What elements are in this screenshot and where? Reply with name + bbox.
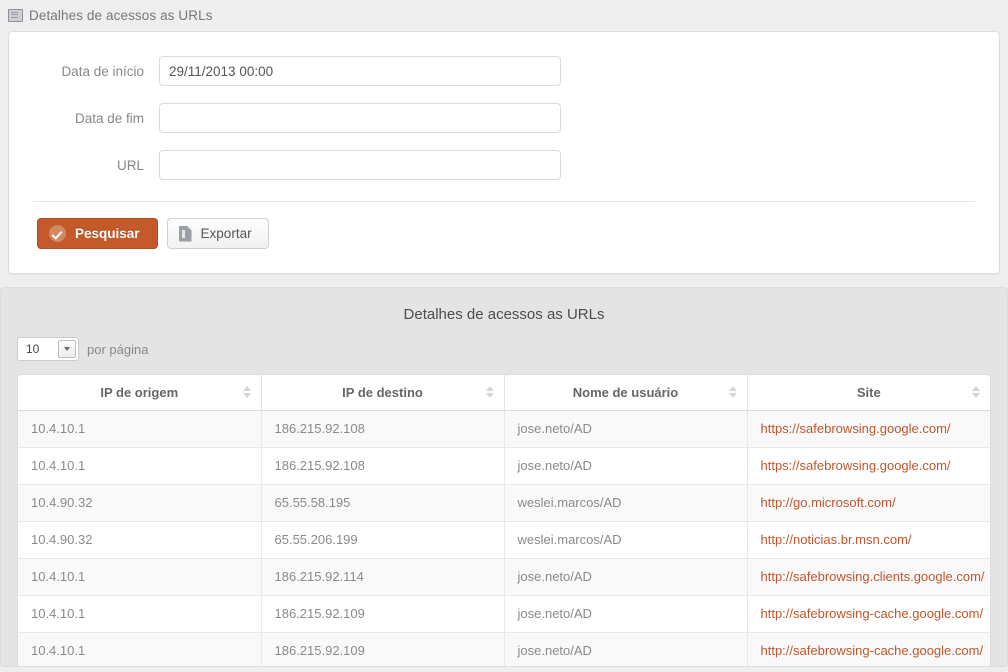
search-form: Data de início Data de fim URL xyxy=(9,32,999,180)
site-link[interactable]: http://safebrowsing-cache.google.com/ xyxy=(761,643,984,658)
cell-username: jose.neto/AD xyxy=(504,632,748,666)
site-link[interactable]: http://noticias.br.msn.com/ xyxy=(761,532,912,547)
site-link[interactable]: http://go.microsoft.com/ xyxy=(761,495,896,510)
cell-site: http://safebrowsing-cache.google.com/ xyxy=(747,632,990,666)
start-date-input[interactable] xyxy=(159,56,561,86)
table-head: IP de origem IP de destino Nome de usuár… xyxy=(18,375,990,411)
cell-site: http://safebrowsing-cache.google.com/ xyxy=(747,595,990,633)
document-icon xyxy=(178,225,192,242)
cell-dest-ip: 186.215.92.109 xyxy=(261,595,505,633)
end-date-input[interactable] xyxy=(159,103,561,133)
table-body: 10.4.10.1 186.215.92.108 jose.neto/AD https… xyxy=(18,410,990,666)
cell-source-ip: 10.4.10.1 xyxy=(18,558,262,596)
per-page-select[interactable]: 10 xyxy=(17,337,79,361)
per-page-value: 10 xyxy=(26,342,40,356)
site-link[interactable]: http://safebrowsing.clients.google.com/ xyxy=(761,569,985,584)
cell-username: weslei.marcos/AD xyxy=(504,484,748,522)
cell-source-ip: 10.4.90.32 xyxy=(18,521,262,559)
results-table: IP de origem IP de destino Nome de usuár… xyxy=(18,375,990,666)
sort-icon[interactable] xyxy=(728,385,737,399)
cell-dest-ip: 186.215.92.108 xyxy=(261,410,505,448)
column-header-username-label: Nome de usuário xyxy=(572,384,679,400)
results-table-wrapper: IP de origem IP de destino Nome de usuár… xyxy=(17,374,991,666)
cell-username: jose.neto/AD xyxy=(504,410,748,448)
form-actions: Pesquisar Exportar xyxy=(9,202,999,249)
search-button[interactable]: Pesquisar xyxy=(37,218,158,249)
table-row: 10.4.90.32 65.55.58.195 weslei.marcos/AD ht… xyxy=(18,484,990,522)
cell-site: https://safebrowsing.google.com/ xyxy=(747,410,990,448)
cell-site: http://go.microsoft.com/ xyxy=(747,484,990,522)
cell-site: https://safebrowsing.google.com/ xyxy=(747,447,990,485)
cell-username: jose.neto/AD xyxy=(504,447,748,485)
table-row: 10.4.10.1 186.215.92.109 jose.neto/AD http:… xyxy=(18,595,990,633)
page-title-text: Detalhes de acessos as URLs xyxy=(29,7,213,23)
chevron-down-icon[interactable] xyxy=(58,340,76,358)
per-page-label: por página xyxy=(87,341,149,357)
per-page-control: 10 por página xyxy=(1,337,1007,374)
table-row: 10.4.10.1 186.215.92.109 jose.neto/AD http:… xyxy=(18,632,990,666)
form-row-start-date: Data de início xyxy=(9,56,999,86)
cell-source-ip: 10.4.10.1 xyxy=(18,410,262,448)
sort-icon[interactable] xyxy=(972,385,980,399)
export-button[interactable]: Exportar xyxy=(166,218,269,249)
results-panel: Detalhes de acessos as URLs 10 por págin… xyxy=(0,287,1008,667)
site-link[interactable]: https://safebrowsing.google.com/ xyxy=(761,421,951,436)
column-header-site[interactable]: Site xyxy=(747,375,990,411)
table-row: 10.4.10.1 186.215.92.108 jose.neto/AD https… xyxy=(18,447,990,485)
cell-source-ip: 10.4.90.32 xyxy=(18,484,262,522)
form-row-url: URL xyxy=(9,150,999,180)
cell-source-ip: 10.4.10.1 xyxy=(18,447,262,485)
cell-dest-ip: 65.55.206.199 xyxy=(261,521,505,559)
cell-site: http://noticias.br.msn.com/ xyxy=(747,521,990,559)
column-header-source-ip[interactable]: IP de origem xyxy=(18,375,262,411)
column-header-username[interactable]: Nome de usuário xyxy=(504,375,748,411)
cell-site: http://safebrowsing.clients.google.com/ xyxy=(747,558,990,596)
table-row: 10.4.10.1 186.215.92.114 jose.neto/AD http:… xyxy=(18,558,990,596)
search-button-label: Pesquisar xyxy=(75,226,140,241)
cell-username: weslei.marcos/AD xyxy=(504,521,748,559)
site-link[interactable]: http://safebrowsing-cache.google.com/ xyxy=(761,606,984,621)
cell-dest-ip: 65.55.58.195 xyxy=(261,484,505,522)
cell-dest-ip: 186.215.92.114 xyxy=(261,558,505,596)
end-date-label: Data de fim xyxy=(74,110,144,126)
url-label: URL xyxy=(116,157,144,173)
cell-username: jose.neto/AD xyxy=(504,558,748,596)
check-circle-icon xyxy=(49,225,66,242)
table-row: 10.4.90.32 65.55.206.199 weslei.marcos/AD h… xyxy=(18,521,990,559)
sort-icon[interactable] xyxy=(485,385,494,399)
cell-source-ip: 10.4.10.1 xyxy=(18,632,262,666)
results-title: Detalhes de acessos as URLs xyxy=(403,306,605,323)
table-header-row: IP de origem IP de destino Nome de usuár… xyxy=(18,375,990,411)
form-row-end-date: Data de fim xyxy=(9,103,999,133)
table-list-icon xyxy=(8,8,23,22)
search-panel: Data de início Data de fim URL Pesquisar… xyxy=(8,31,1000,274)
url-input[interactable] xyxy=(159,150,561,180)
cell-username: jose.neto/AD xyxy=(504,595,748,633)
sort-icon[interactable] xyxy=(242,385,251,399)
site-link[interactable]: https://safebrowsing.google.com/ xyxy=(761,458,951,473)
page-title: Detalhes de acessos as URLs xyxy=(0,0,1008,26)
column-header-site-label: Site xyxy=(856,384,881,400)
cell-dest-ip: 186.215.92.108 xyxy=(261,447,505,485)
export-button-label: Exportar xyxy=(200,226,252,241)
table-row: 10.4.10.1 186.215.92.108 jose.neto/AD https… xyxy=(18,410,990,448)
column-header-source-ip-label: IP de origem xyxy=(100,384,179,400)
cell-dest-ip: 186.215.92.109 xyxy=(261,632,505,666)
start-date-label: Data de início xyxy=(61,63,144,79)
cell-source-ip: 10.4.10.1 xyxy=(18,595,262,633)
column-header-dest-ip[interactable]: IP de destino xyxy=(261,375,505,411)
column-header-dest-ip-label: IP de destino xyxy=(342,384,423,400)
